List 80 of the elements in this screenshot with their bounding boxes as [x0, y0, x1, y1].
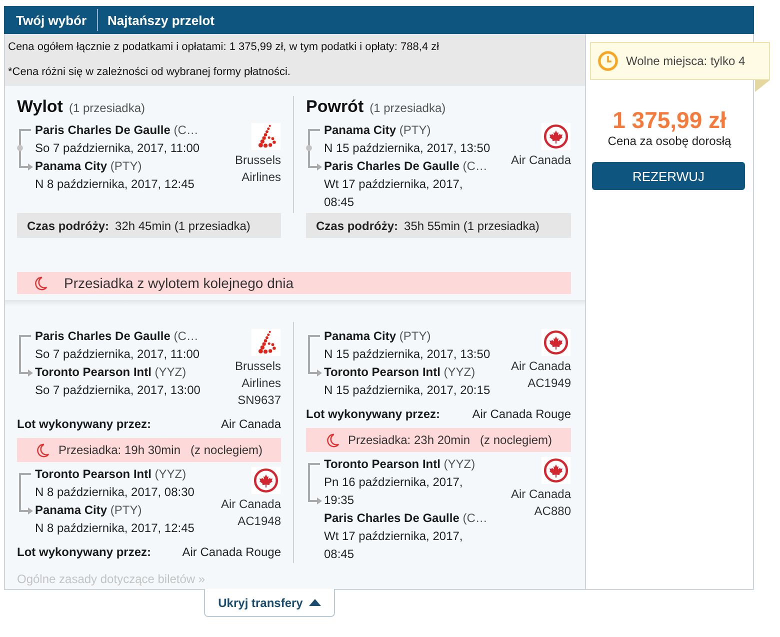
operated-by-label: Lot wykonywany przez: [17, 544, 152, 561]
payment-note-text: *Cena różni się w zależności od wybranej formy płatności. [8, 65, 290, 80]
airline-name: Air Canada [510, 358, 571, 375]
route-connector-icon [17, 127, 34, 171]
price-caption: Cena za osobę dorosłą [608, 133, 732, 149]
caret-icon [308, 599, 321, 606]
airport-name: Paris Charles De Gaulle (C… [324, 510, 488, 527]
date-time-text: So 7 października, 2017, 13:00 [35, 382, 200, 399]
dot-triangle-logo-icon [251, 329, 281, 356]
layover-text: Przesiadka: 23h 20min [348, 433, 470, 447]
date-time-text: N 15 października, 2017, 13:50 [324, 140, 490, 157]
airport-name: Panama City (PTY) [35, 502, 142, 519]
date-time-text: N 15 października, 2017, 13:50 [324, 346, 490, 363]
header-title: Twój wybór [16, 12, 87, 28]
travel-time-value: 35h 55min (1 przesiadka) [404, 218, 540, 232]
price-text: 1 375,99 zł [612, 107, 726, 133]
airline-name: Air Canada [510, 486, 571, 503]
maple-leaf-logo-icon [541, 457, 571, 484]
flight-number: AC1948 [238, 513, 281, 530]
airport-name: Toronto Pearson Intl (YYZ) [324, 456, 476, 473]
route-connector-icon [306, 461, 323, 505]
maple-leaf-logo-icon [251, 467, 281, 494]
operator-name: Air Canada Rouge [182, 544, 281, 561]
airport-name: Toronto Pearson Intl (YYZ) [324, 364, 476, 381]
travel-time-label: Czas podróży: [316, 218, 398, 232]
airport-name: Panama City (PTY) [35, 158, 142, 175]
date-time-text: N 15 października, 2017, 20:15 [324, 382, 490, 399]
route-connector-icon [306, 127, 323, 171]
folded-corner-icon [755, 80, 770, 92]
maple-leaf-logo-icon [541, 123, 571, 150]
moon-icon [324, 432, 340, 448]
layover-text: Przesiadka: 19h 30min [58, 443, 181, 457]
dot-triangle-logo-icon [251, 123, 281, 150]
clock-icon [598, 51, 618, 71]
stops-count: (1 przesiadka) [370, 100, 446, 117]
alert-text: Przesiadka z wylotem kolejnego dnia [64, 275, 294, 291]
stops-count: (1 przesiadka) [68, 100, 145, 117]
flight-number: AC880 [534, 503, 571, 520]
airport-name: Paris Charles De Gaulle (C… [35, 328, 198, 345]
operator-name: Air Canada [220, 416, 281, 433]
airport-name: Paris Charles De Gaulle (C… [35, 122, 198, 139]
moon-icon [35, 442, 50, 458]
travel-time-label: Czas podróży: [27, 218, 110, 232]
airport-name: Toronto Pearson Intl (YYZ) [35, 466, 186, 483]
operator-name: Air Canada Rouge [472, 406, 571, 423]
total-price-text: Cena ogółem łącznie z podatkami i opłatami: 1 375,99 zł, w tym podatki i opłaty: 788,4 zł [8, 40, 440, 55]
route-connector-icon [17, 333, 34, 377]
route-connector-icon [17, 471, 34, 515]
date-time-text: N 8 października, 2017, 12:45 [35, 520, 194, 537]
date-time-text: N 8 października, 2017, 12:45 [35, 176, 194, 193]
header-subtitle: Najtańszy przelot [108, 12, 214, 28]
date-time-text: Wt 17 października, 2017, 08:45 [324, 528, 464, 563]
travel-time-value: 32h 45min (1 przesiadka) [115, 218, 250, 232]
moon-icon [33, 276, 48, 290]
overnight-note: (z noclegiem) [480, 433, 552, 447]
operated-by-label: Lot wykonywany przez: [306, 406, 440, 423]
date-time-text: So 7 października, 2017, 11:00 [35, 346, 200, 363]
date-time-text: So 7 października, 2017, 11:00 [35, 140, 200, 157]
airport-name: Panama City (PTY) [324, 328, 431, 345]
date-time-text: Pn 16 października, 2017, 19:35 [324, 474, 464, 509]
seats-text: Wolne miejsca: tylko 4 [626, 54, 746, 68]
airline-name: Air Canada [510, 152, 571, 169]
airline-name: Air Canada [220, 496, 281, 513]
operated-by-label: Lot wykonywany przez: [17, 416, 152, 433]
date-time-text: N 8 października, 2017, 08:30 [35, 484, 194, 501]
route-connector-icon [306, 333, 323, 377]
date-time-text: Wt 17 października, 2017, 08:45 [324, 176, 464, 211]
flight-number: AC1949 [528, 375, 571, 392]
book-button[interactable]: REZERWUJ [592, 162, 745, 190]
flight-number: SN9637 [238, 392, 281, 409]
airline-name: Brussels Airlines [234, 152, 281, 186]
hide-transfers-button[interactable]: Ukryj transfery [204, 589, 335, 617]
airport-name: Panama City (PTY) [324, 122, 431, 139]
airport-name: Toronto Pearson Intl (YYZ) [35, 364, 186, 381]
overnight-note: (z noclegiem) [190, 443, 263, 457]
airline-name: Brussels Airlines [234, 358, 281, 392]
maple-leaf-logo-icon [541, 329, 571, 356]
airport-name: Paris Charles De Gaulle (C… [324, 158, 488, 175]
leg-title: Wylot [17, 96, 63, 118]
leg-title: Powrót [306, 96, 364, 118]
